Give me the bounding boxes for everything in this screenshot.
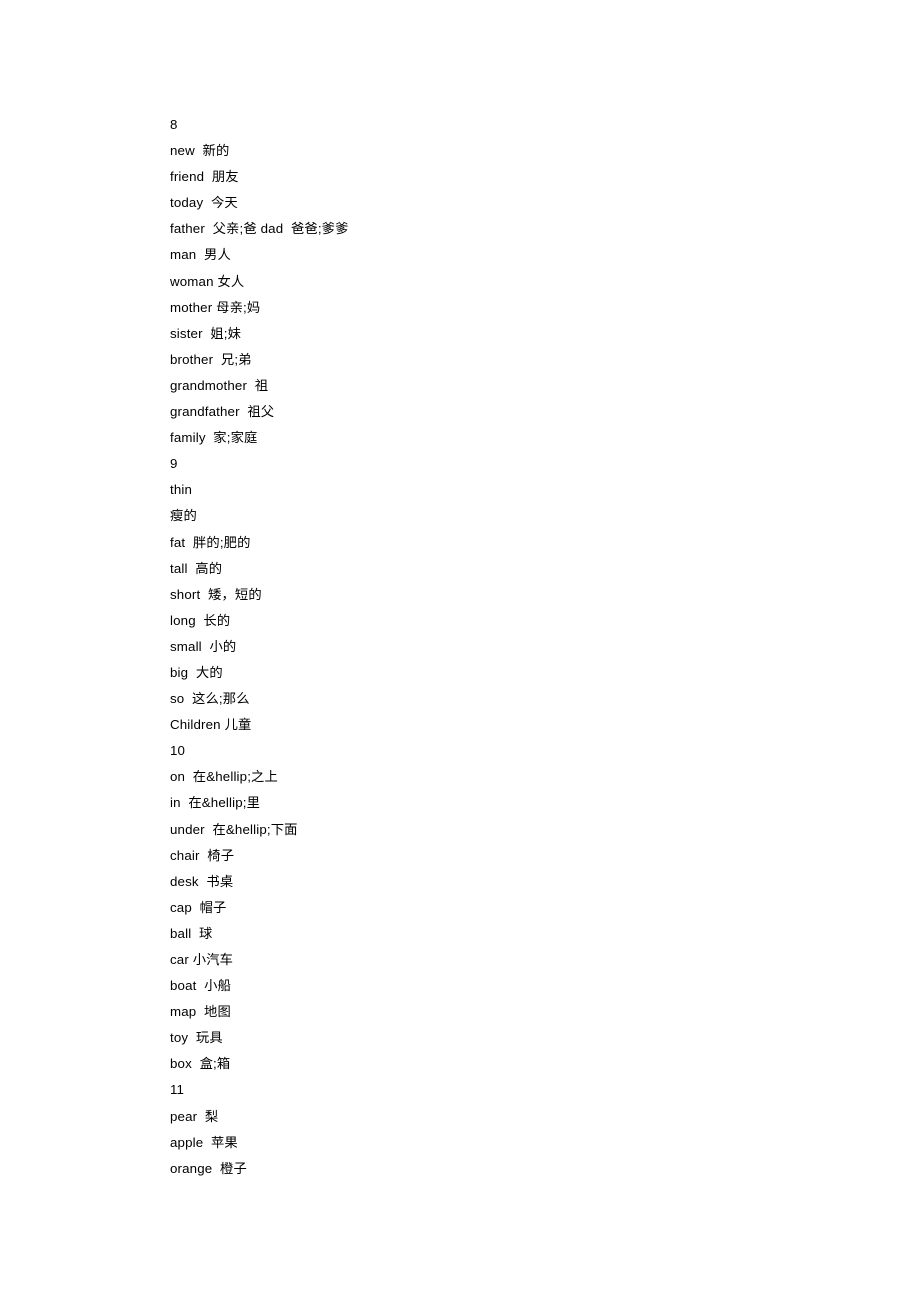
vocabulary-line: big 大的 bbox=[170, 664, 223, 680]
vocabulary-line: new 新的 bbox=[170, 143, 230, 159]
vocabulary-line: boat 小船 bbox=[170, 978, 232, 994]
vocabulary-line: car 小汽车 bbox=[170, 952, 234, 967]
section-marker: 11 bbox=[170, 1082, 185, 1098]
vocabulary-line: orange 橙子 bbox=[170, 1160, 247, 1176]
vocabulary-line: Children 儿童 bbox=[170, 717, 252, 733]
vocabulary-list: 8 new 新的 friend 朋友 today 今天 father 父亲;爸 dad … bbox=[170, 112, 920, 1182]
vocabulary-line: so 这么;那么 bbox=[170, 691, 250, 707]
vocabulary-line: short 矮，短的 bbox=[170, 586, 262, 602]
vocabulary-line: thin bbox=[170, 482, 193, 498]
vocabulary-line: mother 母亲;妈 bbox=[170, 299, 261, 315]
document-page: 8 new 新的 friend 朋友 today 今天 father 父亲;爸 dad … bbox=[0, 0, 920, 1302]
vocabulary-line: small 小的 bbox=[170, 638, 237, 654]
vocabulary-line: woman 女人 bbox=[170, 273, 245, 289]
vocabulary-line: box 盒;箱 bbox=[170, 1056, 231, 1072]
vocabulary-line: pear 梨 bbox=[170, 1108, 219, 1124]
vocabulary-line: chair 椅子 bbox=[170, 847, 235, 863]
vocabulary-line: today 今天 bbox=[170, 195, 238, 211]
vocabulary-line: apple 苹果 bbox=[170, 1134, 238, 1150]
vocabulary-line: ball 球 bbox=[170, 925, 213, 941]
section-marker: 9 bbox=[170, 456, 178, 472]
vocabulary-line: grandfather 祖父 bbox=[170, 404, 275, 420]
vocabulary-line: father 父亲;爸 dad 爸爸;爹爹 bbox=[170, 221, 349, 237]
vocabulary-line: cap 帽子 bbox=[170, 899, 227, 915]
vocabulary-line: sister 姐;妹 bbox=[170, 325, 242, 341]
vocabulary-line: map 地图 bbox=[170, 1004, 231, 1020]
vocabulary-line: man 男人 bbox=[170, 247, 231, 263]
vocabulary-line: family 家;家庭 bbox=[170, 430, 258, 446]
vocabulary-line: fat 胖的;肥的 bbox=[170, 534, 251, 550]
vocabulary-line: tall 高的 bbox=[170, 560, 223, 576]
vocabulary-line: under 在&hellip;下面 bbox=[170, 821, 298, 837]
vocabulary-line: on 在&hellip;之上 bbox=[170, 769, 278, 785]
vocabulary-line: friend 朋友 bbox=[170, 169, 239, 185]
vocabulary-line: brother 兄;弟 bbox=[170, 351, 252, 367]
vocabulary-line: desk 书桌 bbox=[170, 873, 234, 889]
vocabulary-line: in 在&hellip;里 bbox=[170, 795, 261, 811]
vocabulary-line: long 长的 bbox=[170, 612, 231, 628]
section-marker: 10 bbox=[170, 743, 186, 759]
vocabulary-line: 瘦的 bbox=[170, 508, 197, 524]
vocabulary-line: grandmother 祖 bbox=[170, 377, 269, 393]
section-marker: 8 bbox=[170, 117, 178, 132]
vocabulary-line: toy 玩具 bbox=[170, 1030, 223, 1046]
